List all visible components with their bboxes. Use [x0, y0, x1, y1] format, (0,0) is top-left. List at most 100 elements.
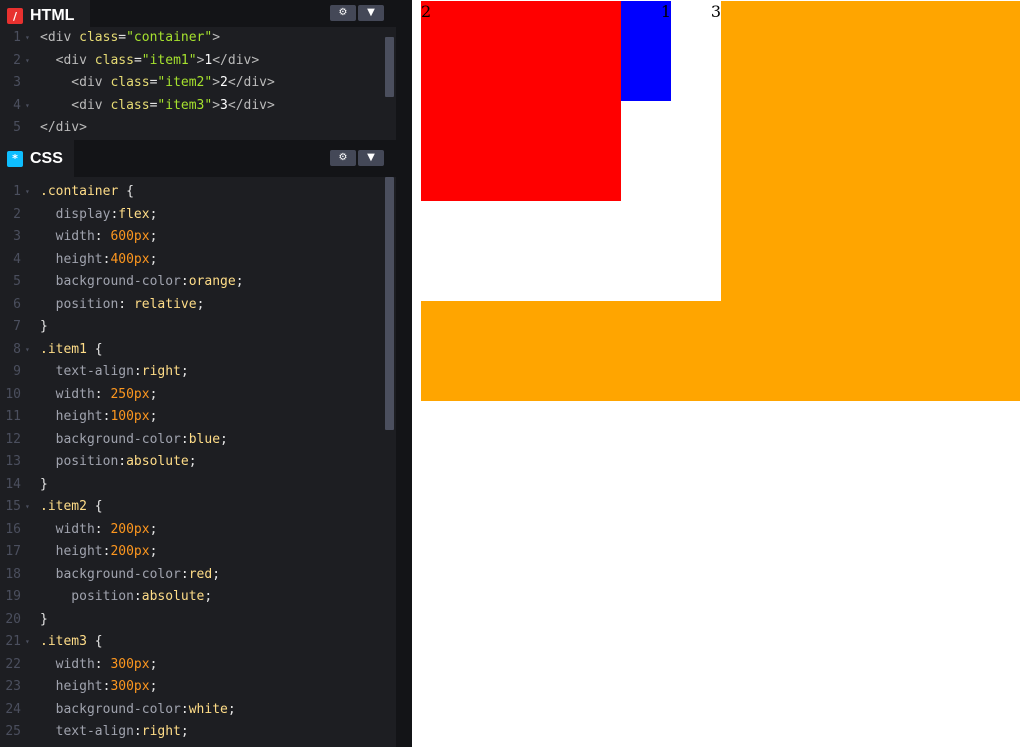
code-token: width: [40, 386, 95, 402]
code-token: class: [110, 97, 150, 113]
code-token: =: [133, 52, 142, 68]
code-text: }: [40, 609, 48, 632]
code-text: text-align:right;: [40, 361, 189, 384]
code-line[interactable]: 17 height:200px;: [0, 541, 396, 564]
code-token: .item1: [40, 341, 87, 357]
code-token: </div>: [212, 52, 260, 68]
code-line[interactable]: 8 ▾ .item1 {: [0, 339, 396, 362]
code-token: relative: [133, 296, 197, 312]
fold-arrow-icon[interactable]: ▾: [25, 181, 35, 204]
code-text: background-color:white;: [40, 699, 236, 722]
fold-arrow-icon[interactable]: ▾: [25, 496, 35, 519]
html-tab-label: HTML: [30, 7, 75, 24]
code-line[interactable]: 4 height:400px;: [0, 249, 396, 272]
code-token: ;: [149, 656, 158, 672]
code-token: class: [94, 52, 134, 68]
fold-arrow-icon[interactable]: ▾: [25, 50, 35, 73]
preview-item2-text: 2: [421, 2, 432, 21]
code-token: ;: [149, 521, 158, 537]
code-token: :: [94, 386, 111, 402]
css-editor-scrollbar[interactable]: [385, 177, 394, 430]
panel-resize-divider[interactable]: [396, 0, 412, 747]
code-line[interactable]: 5 </div>: [0, 117, 396, 140]
code-token: 400px: [110, 251, 150, 267]
code-token: <div: [40, 52, 95, 68]
code-line[interactable]: 4 ▾ <div class="item3">3</div>: [0, 95, 396, 118]
code-line[interactable]: 6 position: relative;: [0, 294, 396, 317]
code-token: {: [86, 634, 103, 649]
line-number: 4: [13, 97, 21, 113]
line-number: 2: [13, 206, 21, 222]
code-token: ;: [212, 566, 221, 582]
code-token: {: [118, 184, 134, 199]
code-line[interactable]: 9 text-align:right;: [0, 361, 396, 384]
code-line[interactable]: 3 width: 600px;: [0, 226, 396, 249]
code-token: right: [141, 724, 181, 739]
code-line[interactable]: 21 ▾ .item3 {: [0, 631, 396, 654]
code-token: ;: [204, 589, 213, 604]
code-line[interactable]: 24 background-color:white;: [0, 699, 396, 722]
code-token: :: [180, 431, 189, 447]
code-line[interactable]: 23 height:300px;: [0, 676, 396, 699]
code-token: "item3": [157, 97, 213, 113]
code-token: }: [40, 476, 48, 492]
line-number: 15: [5, 499, 21, 514]
code-line[interactable]: 2 ▾ <div class="item1">1</div>: [0, 50, 396, 73]
css-tab[interactable]: * CSS: [0, 140, 74, 177]
code-line[interactable]: 22 width: 300px;: [0, 654, 396, 677]
code-line[interactable]: 14}: [0, 474, 396, 497]
code-line[interactable]: 1 ▾ <div class="container">: [0, 27, 396, 50]
html-settings-button[interactable]: ⚙: [330, 5, 356, 21]
preview-item1-text: 1: [660, 2, 671, 21]
line-number: 7: [13, 319, 21, 334]
code-token: background-color: [40, 274, 181, 289]
code-token: class: [79, 30, 119, 45]
code-line[interactable]: 7}: [0, 316, 396, 339]
code-line[interactable]: 19 position:absolute;: [0, 586, 396, 609]
code-text: .item3 {: [40, 631, 103, 654]
code-token: }: [40, 611, 48, 627]
code-line[interactable]: 16 width: 200px;: [0, 519, 396, 542]
code-line[interactable]: 25 text-align:right;: [0, 721, 396, 744]
code-token: 250px: [110, 386, 150, 402]
html-code-editor[interactable]: 1 ▾ <div class="container"> 2 ▾ <div class="…: [0, 27, 396, 140]
code-token: :: [180, 566, 189, 582]
code-line[interactable]: 15 ▾ .item2 {: [0, 496, 396, 519]
html-editor-scrollbar[interactable]: [385, 37, 394, 97]
css-settings-button[interactable]: ⚙: [330, 150, 356, 166]
line-number: 23: [5, 679, 21, 694]
code-token: ;: [149, 409, 158, 424]
code-token: {: [86, 341, 103, 357]
fold-arrow-icon[interactable]: ▾: [25, 95, 35, 118]
code-token: <div: [40, 97, 111, 113]
css-code-editor[interactable]: 1 ▾ .container {2 display:flex; 3 width: 60…: [0, 177, 396, 747]
code-line[interactable]: 10 width: 250px;: [0, 384, 396, 407]
code-line[interactable]: 2 display:flex;: [0, 204, 396, 227]
code-line[interactable]: 5 background-color:orange;: [0, 271, 396, 294]
code-line[interactable]: 13 position:absolute;: [0, 451, 396, 474]
code-line[interactable]: 20}: [0, 609, 396, 632]
fold-arrow-icon[interactable]: ▾: [25, 631, 35, 654]
code-token: ;: [196, 296, 205, 312]
css-collapse-button[interactable]: ▼: [358, 150, 384, 166]
code-line[interactable]: 12 background-color:blue;: [0, 429, 396, 452]
code-text: height:100px;: [40, 406, 158, 429]
code-token: height: [40, 544, 103, 559]
fold-arrow-icon[interactable]: ▾: [25, 27, 35, 50]
html-collapse-button[interactable]: ▼: [358, 5, 384, 21]
code-text: .container {: [40, 181, 134, 204]
code-line[interactable]: 18 background-color:red;: [0, 564, 396, 587]
code-token: ;: [220, 431, 228, 447]
code-line[interactable]: 11 height:100px;: [0, 406, 396, 429]
fold-arrow-icon[interactable]: ▾: [25, 339, 35, 362]
line-number: 25: [5, 724, 21, 739]
line-number: 20: [5, 611, 21, 627]
line-number: 22: [5, 656, 21, 672]
line-number: 4: [13, 251, 21, 267]
code-line[interactable]: 3 <div class="item2">2</div>: [0, 72, 396, 95]
code-token: right: [141, 364, 181, 379]
code-token: absolute: [126, 454, 189, 469]
code-line[interactable]: 1 ▾ .container {: [0, 181, 396, 204]
line-number: 2: [13, 52, 21, 68]
code-token: :: [133, 589, 142, 604]
